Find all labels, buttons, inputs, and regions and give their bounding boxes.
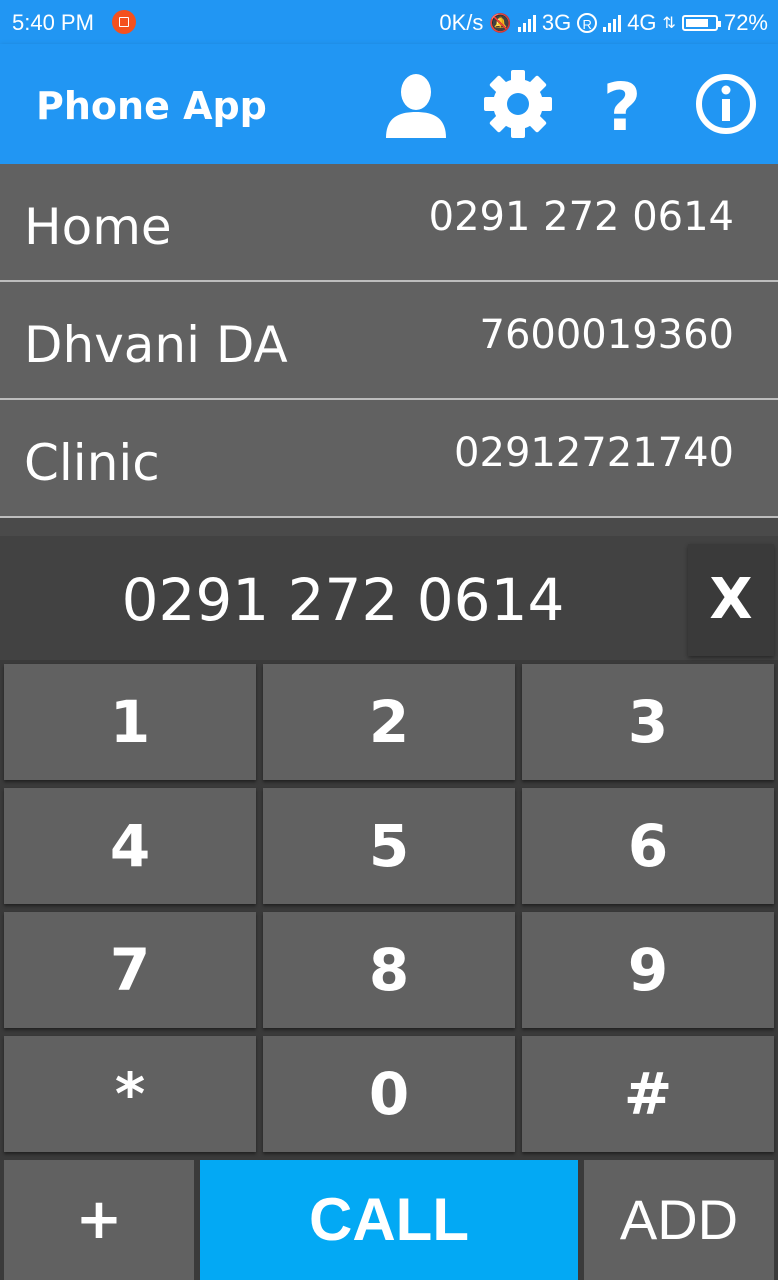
contact-list: Home 0291 272 0614 Dhvani DA 7600019360 … — [0, 164, 778, 518]
battery-level: 72% — [723, 10, 768, 35]
key-2[interactable]: 2 — [263, 664, 515, 780]
app-title: Phone App — [36, 84, 267, 128]
network-type-2: 4G — [627, 10, 657, 35]
signal-icon-2 — [603, 14, 622, 32]
contact-number: 0291 272 0614 — [428, 194, 734, 240]
call-button[interactable]: CALL — [200, 1160, 578, 1280]
roaming-icon: R — [577, 13, 598, 33]
key-1[interactable]: 1 — [4, 664, 256, 780]
key-8[interactable]: 8 — [263, 912, 515, 1028]
signal-icon — [517, 14, 536, 32]
status-time: 5:40 PM — [12, 10, 94, 35]
contact-number: 02912721740 — [454, 430, 734, 476]
add-button[interactable]: ADD — [584, 1160, 774, 1280]
mute-bell-icon: 🔕 — [489, 12, 512, 33]
key-4[interactable]: 4 — [4, 788, 256, 904]
data-arrows-icon: ⇅ — [662, 15, 676, 32]
key-7[interactable]: 7 — [4, 912, 256, 1028]
list-divider — [0, 518, 778, 536]
key-6[interactable]: 6 — [522, 788, 774, 904]
info-icon[interactable] — [690, 68, 762, 140]
key-5[interactable]: 5 — [263, 788, 515, 904]
key-star[interactable]: * — [4, 1036, 256, 1152]
dialed-number: 0291 272 0614 — [121, 566, 565, 634]
status-bar: 5:40 PM 0K/s 🔕 3G R 4G ⇅ 72% — [0, 0, 778, 44]
net-speed: 0K/s — [439, 10, 484, 35]
key-3[interactable]: 3 — [522, 664, 774, 780]
clear-button[interactable]: X — [688, 544, 774, 656]
key-hash[interactable]: # — [522, 1036, 774, 1152]
contact-name: Home — [24, 198, 172, 256]
notification-icon — [112, 10, 136, 34]
network-type-1: 3G — [541, 10, 572, 35]
contact-row[interactable]: Home 0291 272 0614 — [0, 164, 778, 282]
contact-name: Clinic — [24, 434, 160, 492]
status-indicators: 0K/s 🔕 3G R 4G ⇅ 72% — [439, 10, 768, 36]
battery-icon — [681, 15, 721, 31]
gear-icon[interactable] — [482, 68, 554, 140]
svg-text:?: ? — [603, 69, 641, 140]
key-9[interactable]: 9 — [522, 912, 774, 1028]
plus-button[interactable]: + — [4, 1160, 194, 1280]
contact-row[interactable]: Clinic 02912721740 — [0, 400, 778, 518]
number-display: 0291 272 0614 X — [0, 536, 778, 660]
contact-number: 7600019360 — [479, 312, 735, 358]
key-0[interactable]: 0 — [263, 1036, 515, 1152]
app-bar: Phone App ? — [0, 44, 778, 164]
person-icon[interactable] — [380, 68, 452, 140]
help-icon[interactable]: ? — [586, 68, 658, 140]
contact-name: Dhvani DA — [24, 316, 288, 374]
contact-row[interactable]: Dhvani DA 7600019360 — [0, 282, 778, 400]
